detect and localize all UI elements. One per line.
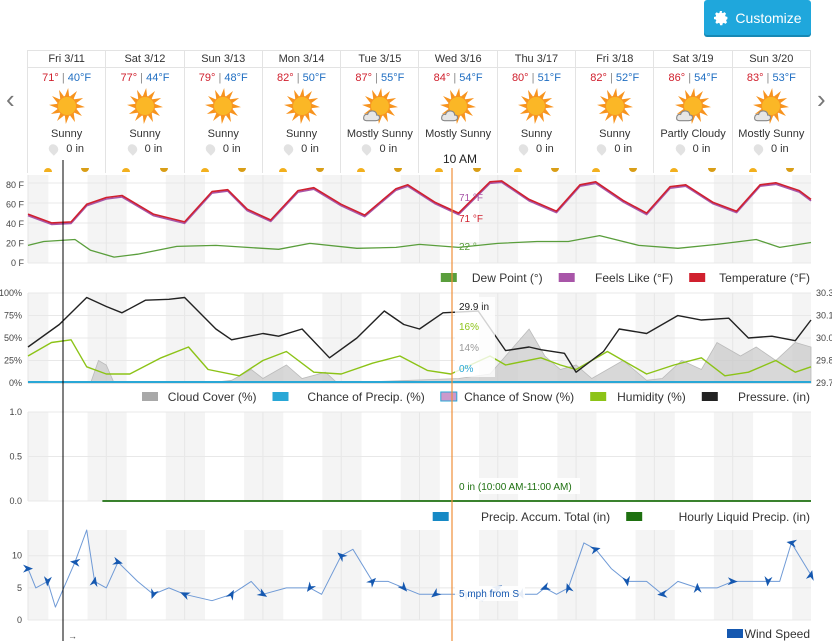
y-tick-label: 0 xyxy=(17,615,22,625)
night-band xyxy=(732,175,754,263)
night-band xyxy=(87,530,107,620)
legend-label[interactable]: Precip. Accum. Total (in) xyxy=(481,510,610,524)
y-tick-label-left: 0% xyxy=(9,378,22,388)
night-band xyxy=(479,530,498,620)
night-band xyxy=(165,530,185,620)
night-band xyxy=(106,530,127,620)
arrow-head xyxy=(225,589,234,601)
night-band xyxy=(635,175,655,263)
y-tick-label: 80 F xyxy=(6,180,25,190)
legend-swatch xyxy=(432,512,449,521)
y-tick-label-left: 100% xyxy=(0,288,22,298)
night-band xyxy=(713,530,733,620)
night-band xyxy=(244,175,263,263)
y-tick-label: 60 F xyxy=(6,199,25,209)
hover-pressure: 29.9 in xyxy=(459,302,489,313)
y-tick-label-right: 30.0 xyxy=(816,333,832,343)
y-tick-label: 0.0 xyxy=(9,496,22,506)
night-band xyxy=(341,175,362,263)
hover-wind: 5 mph from S xyxy=(459,589,519,600)
hover-cloud-cover: 14% xyxy=(459,343,479,354)
legend-label[interactable]: Chance of Snow (%) xyxy=(464,390,574,404)
wind-direction-arrow xyxy=(151,588,159,599)
y-tick-label-left: 50% xyxy=(4,333,22,343)
wind-direction-arrow xyxy=(70,558,81,567)
legend-label[interactable]: Humidity (%) xyxy=(617,390,686,404)
legend-swatch xyxy=(558,273,575,282)
night-band xyxy=(106,175,127,263)
night-band xyxy=(576,530,597,620)
arrow-head xyxy=(70,558,81,567)
y-tick-label-right: 30.3 xyxy=(816,288,832,298)
legend-swatch xyxy=(440,391,458,402)
legend-swatch xyxy=(626,512,643,521)
night-band xyxy=(400,530,420,620)
legend-label[interactable]: Temperature (°F) xyxy=(719,271,810,285)
wind-direction-arrow xyxy=(225,589,234,601)
legend-label[interactable]: Dew Point (°) xyxy=(472,271,543,285)
hover-feels-like: 71 °F xyxy=(459,193,483,204)
arrow-head xyxy=(151,588,159,599)
night-band xyxy=(497,175,519,263)
hover-hourly-precip: 0 in (10:00 AM-11:00 AM) xyxy=(459,482,572,493)
legend-label[interactable]: Feels Like (°F) xyxy=(595,271,673,285)
night-band xyxy=(244,530,263,620)
night-band xyxy=(419,530,440,620)
night-band xyxy=(419,175,440,263)
y-tick-label: 5 xyxy=(17,583,22,593)
night-band xyxy=(341,530,362,620)
now-arrow: → xyxy=(68,631,77,641)
night-band xyxy=(732,530,754,620)
night-band xyxy=(635,530,655,620)
night-band xyxy=(557,175,577,263)
legend-label[interactable]: Cloud Cover (%) xyxy=(168,390,257,404)
hover-humidity: 16% xyxy=(459,322,479,333)
night-band xyxy=(654,530,675,620)
hover-dew-point: 22 ° xyxy=(459,242,477,253)
legend-swatch xyxy=(689,273,706,282)
forecast-charts[interactable]: 0 F 20 F 40 F 60 F 80 F 71 °F 71 °F 22 ° Tempera… xyxy=(0,0,832,641)
legend-label[interactable]: Pressure. (in) xyxy=(738,390,810,404)
y-tick-label-left: 25% xyxy=(4,356,22,366)
hover-chance-precip: 0% xyxy=(459,364,474,375)
night-band xyxy=(792,175,811,263)
night-band xyxy=(262,530,284,620)
legend-swatch xyxy=(142,392,158,401)
y-tick-label-right: 29.8 xyxy=(816,356,832,366)
y-tick-label: 1.0 xyxy=(9,407,22,417)
y-tick-label: 40 F xyxy=(6,219,25,229)
y-tick-label-left: 75% xyxy=(4,311,22,321)
legend-label[interactable]: Wind Speed xyxy=(745,627,810,641)
night-band xyxy=(322,175,342,263)
legend-swatch xyxy=(727,629,743,638)
legend-swatch xyxy=(272,392,289,401)
night-band xyxy=(184,530,205,620)
night-band xyxy=(792,530,811,620)
y-tick-label-right: 29.7 xyxy=(816,378,832,388)
y-tick-label: 20 F xyxy=(6,238,25,248)
y-tick-label: 10 xyxy=(12,551,22,561)
legend-swatch xyxy=(440,273,457,282)
legend-label[interactable]: Hourly Liquid Precip. (in) xyxy=(679,510,810,524)
hover-temperature: 71 °F xyxy=(459,214,483,225)
y-tick-label: 0 F xyxy=(11,258,25,268)
legend-swatch xyxy=(701,392,718,401)
night-band xyxy=(713,175,733,263)
y-tick-label-right: 30.1 xyxy=(816,311,832,321)
y-tick-label: 0.5 xyxy=(9,452,22,462)
legend-swatch xyxy=(590,392,607,401)
night-band xyxy=(497,530,519,620)
legend-label[interactable]: Chance of Precip. (%) xyxy=(307,390,424,404)
